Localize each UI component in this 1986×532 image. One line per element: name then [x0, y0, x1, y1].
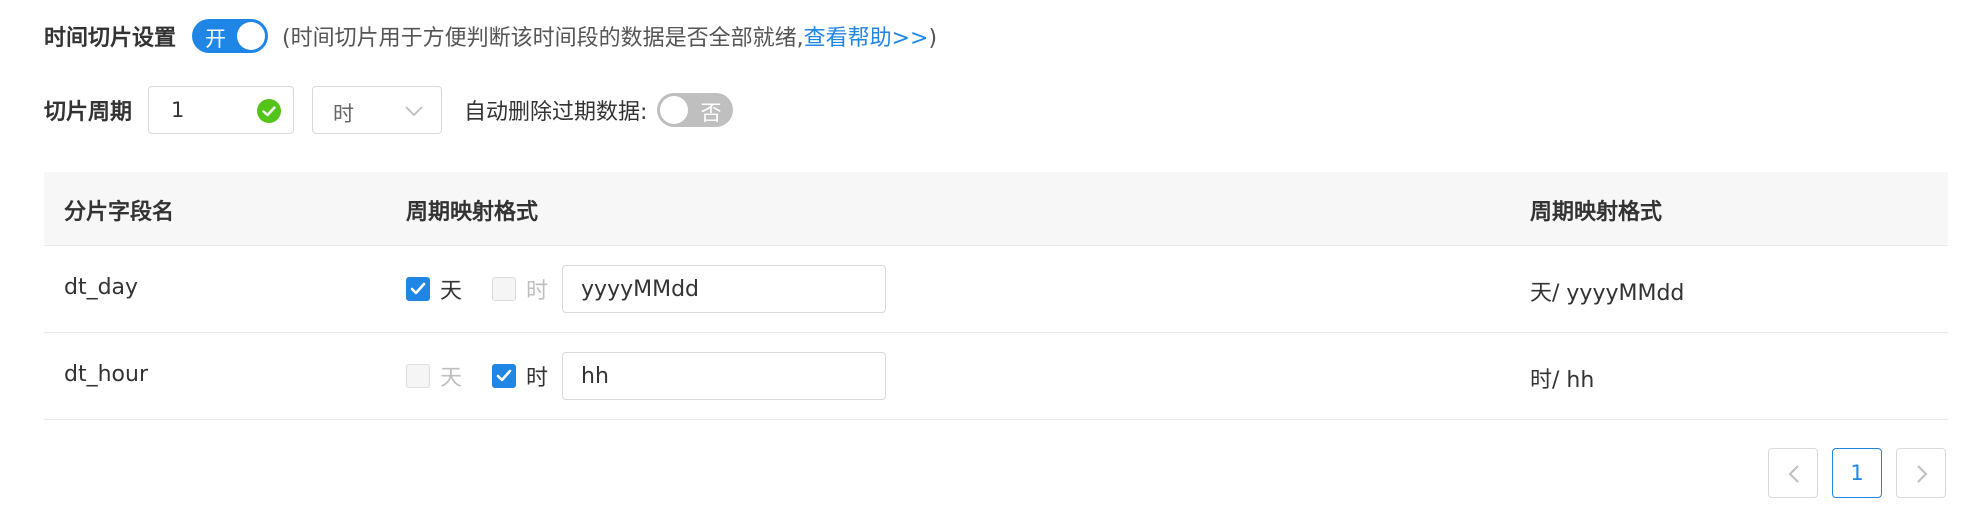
- time-slice-toggle[interactable]: 开: [192, 19, 269, 53]
- day-checkbox[interactable]: [406, 364, 430, 388]
- hint-suffix: ): [928, 26, 938, 51]
- chevron-down-icon: [405, 106, 423, 117]
- hour-checkbox[interactable]: [492, 364, 517, 388]
- header-field-name: 分片字段名: [64, 200, 175, 225]
- mapping-cell: 时/ hh: [1530, 368, 1595, 393]
- mapping-cell: 天/ yyyyMMdd: [1530, 281, 1685, 306]
- time-slice-row: 时间切片设置 开 (时间切片用于方便判断该时间段的数据是否全部就绪,查看帮助>>…: [44, 18, 937, 54]
- period-format-cell: 天 时 hh: [406, 352, 887, 400]
- field-name-cell: dt_day: [64, 275, 139, 300]
- hint-prefix: (时间切片用于方便判断该时间段的数据是否全部就绪,: [282, 26, 804, 51]
- auto-delete-toggle[interactable]: 否: [657, 93, 734, 127]
- table-header: 分片字段名 周期映射格式 周期映射格式: [44, 172, 1948, 246]
- time-slice-label: 时间切片设置: [44, 26, 177, 51]
- slice-period-input[interactable]: 1: [148, 86, 295, 134]
- format-input-value: hh: [581, 364, 609, 389]
- format-input[interactable]: yyyyMMdd: [562, 265, 887, 313]
- toggle-text: 开: [205, 27, 227, 51]
- toggle-knob: [237, 22, 266, 50]
- page-number-button[interactable]: 1: [1832, 448, 1882, 498]
- header-period-format: 周期映射格式: [406, 200, 539, 225]
- partition-table: 分片字段名 周期映射格式 周期映射格式 dt_day 天 时 yyyyMMdd …: [44, 172, 1948, 420]
- check-circle-icon: [257, 99, 282, 123]
- day-checkbox[interactable]: [406, 277, 430, 301]
- slice-period-value: 1: [171, 98, 185, 122]
- day-checkbox-label: 天: [440, 366, 463, 391]
- hour-checkbox-label: 时: [526, 366, 549, 391]
- toggle-knob: [660, 96, 689, 124]
- slice-unit-select[interactable]: 时: [312, 86, 443, 134]
- chevron-right-icon: [1917, 465, 1928, 483]
- header-period-mapping: 周期映射格式: [1530, 200, 1663, 225]
- next-page-button[interactable]: [1896, 448, 1946, 498]
- chevron-left-icon: [1788, 465, 1799, 483]
- format-input[interactable]: hh: [562, 352, 887, 400]
- slice-period-row: 切片周期 1 时 自动删除过期数据: 否: [44, 86, 734, 134]
- period-format-cell: 天 时 yyyyMMdd: [406, 265, 887, 313]
- time-slice-hint: (时间切片用于方便判断该时间段的数据是否全部就绪,查看帮助>>): [282, 20, 937, 52]
- table-row: dt_day 天 时 yyyyMMdd 天/ yyyyMMdd: [44, 246, 1948, 333]
- auto-delete-label: 自动删除过期数据:: [464, 100, 648, 125]
- hour-checkbox-label: 时: [526, 279, 549, 304]
- check-icon: [496, 369, 512, 382]
- day-checkbox-label: 天: [440, 279, 463, 304]
- table-row: dt_hour 天 时 hh 时/ hh: [44, 333, 1948, 420]
- slice-period-label: 切片周期: [44, 100, 133, 125]
- field-name-cell: dt_hour: [64, 362, 148, 387]
- hour-checkbox[interactable]: [492, 277, 517, 301]
- help-link[interactable]: 查看帮助>>: [804, 26, 929, 51]
- slice-unit-value: 时: [333, 102, 355, 126]
- time-slice-settings-panel: 时间切片设置 开 (时间切片用于方便判断该时间段的数据是否全部就绪,查看帮助>>…: [0, 0, 1986, 532]
- toggle-text: 否: [700, 101, 722, 125]
- check-icon: [410, 282, 426, 295]
- prev-page-button[interactable]: [1768, 448, 1818, 498]
- format-input-value: yyyyMMdd: [581, 277, 700, 302]
